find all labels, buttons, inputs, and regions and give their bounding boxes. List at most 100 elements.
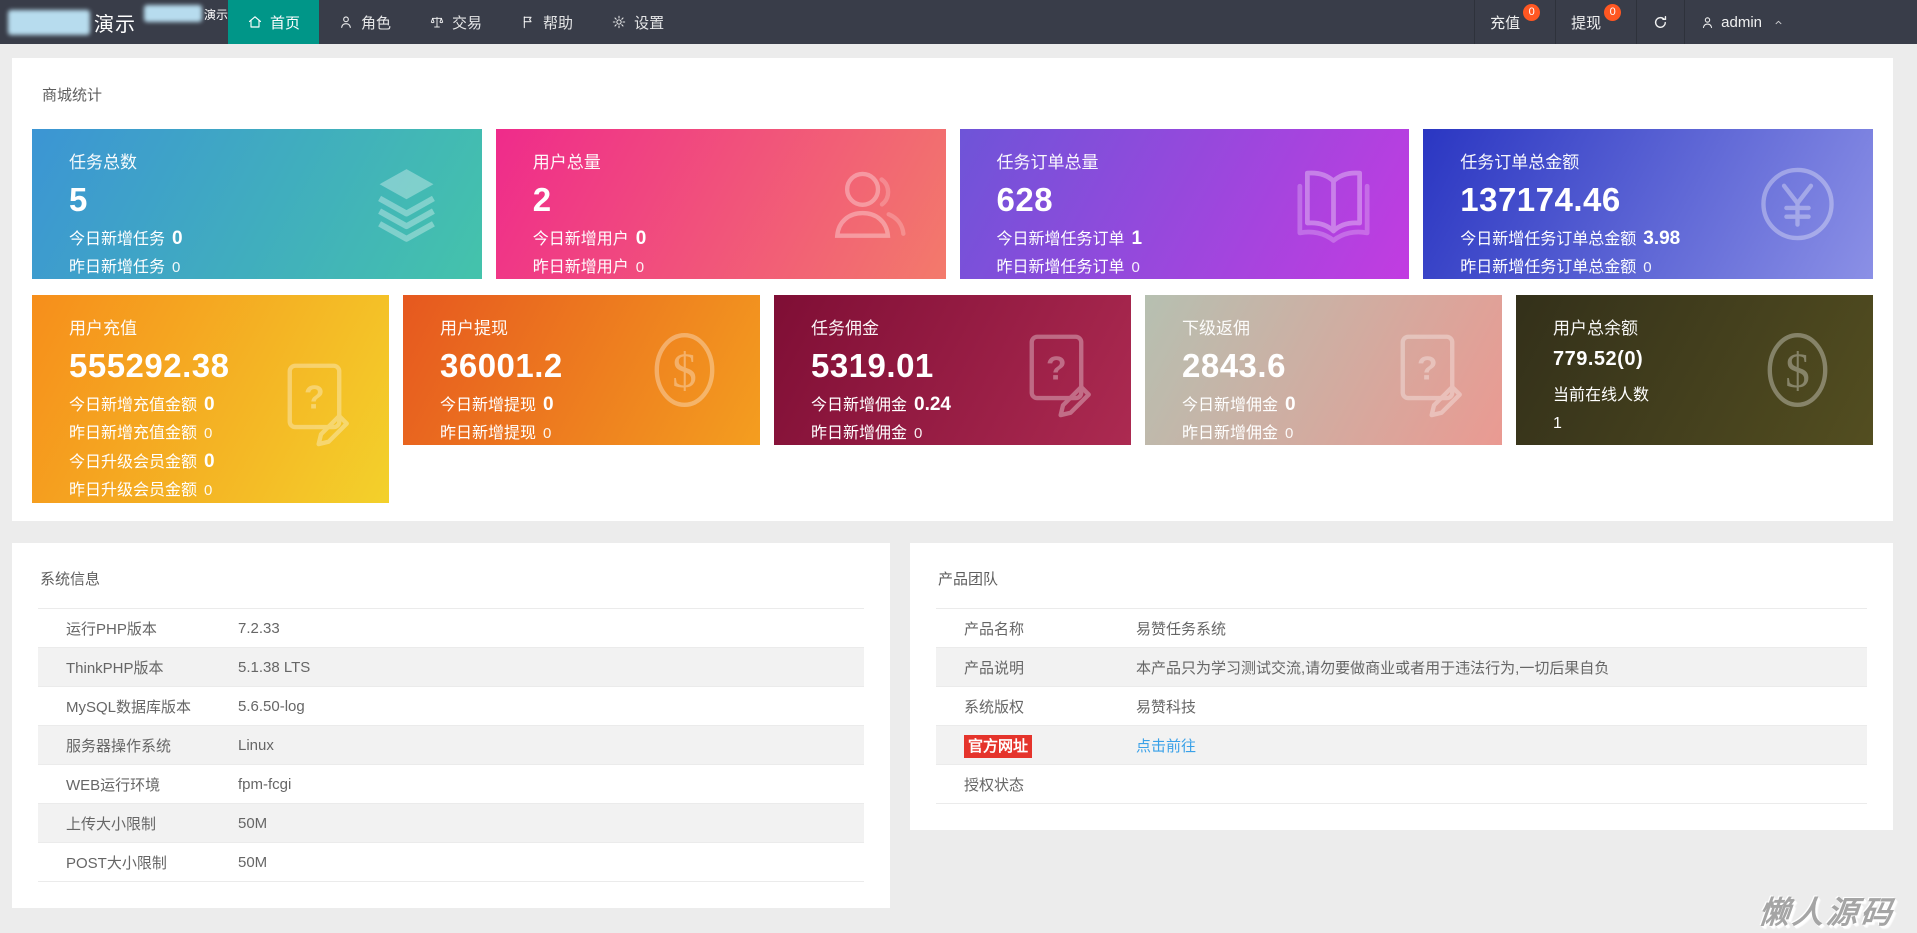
stat-card-subline: 今日升级会员金额 0 [69, 448, 369, 477]
row-value: 50M [238, 854, 864, 871]
subline-value: 0 [543, 394, 554, 415]
stat-card-subline: 昨日新增用户0 [533, 254, 926, 279]
user-menu[interactable]: admin [1684, 0, 1795, 44]
subline-value: 1 [1132, 228, 1143, 249]
row-value: 5.6.50-log [238, 698, 864, 715]
stat-card-title: 任务总数 [69, 148, 462, 173]
nav-item[interactable]: 交易 [410, 0, 501, 44]
brand-text: 演示 [94, 8, 136, 37]
table-row: 运行PHP版本 7.2.33 [38, 609, 864, 648]
subline-value: 0 [204, 451, 215, 472]
subline-label: 今日新增任务 [69, 231, 165, 248]
subline-label: 今日新增佣金 [1182, 397, 1278, 414]
product-team-table: 产品名称 易赞任务系统 产品说明 本产品只为学习测试交流,请勿要做商业或者用于违… [936, 608, 1867, 804]
subline-value: 0 [1132, 259, 1140, 276]
stats-row-2: 用户充值 555292.38 今日新增充值金额0 昨日新增充值金额0 [32, 295, 1873, 503]
subline-label: 今日新增提现 [440, 397, 536, 414]
stat-card-title: 任务订单总量 [997, 148, 1390, 173]
recharge-button[interactable]: 充值 0 [1474, 0, 1555, 44]
recharge-label: 充值 [1490, 12, 1520, 33]
chevron-up-icon [1767, 16, 1780, 29]
row-label: 服务器操作系统 [38, 735, 238, 756]
subline-label: 昨日新增任务 [69, 259, 165, 276]
stat-card-title: 用户充值 [69, 314, 369, 339]
nav-item[interactable]: 角色 [319, 0, 410, 44]
refresh-button[interactable] [1636, 0, 1684, 44]
subline-value: 0.24 [914, 394, 951, 415]
row-label: ThinkPHP版本 [38, 657, 238, 678]
watermark: 懒人源码 [1757, 887, 1898, 932]
stat-card-subline: 昨日新增充值金额0 [69, 420, 369, 448]
product-team-title: 产品团队 [938, 568, 1867, 589]
bottom-section: 系统信息 运行PHP版本 7.2.33 ThinkPHP版本 5.1.38 LT… [12, 543, 1893, 908]
nav-menu: 首页 角色 交易 帮助 设置 [228, 0, 683, 44]
row-label: 产品名称 [936, 618, 1136, 639]
row-value: fpm-fcgi [238, 776, 864, 793]
stat-card-lines: 今日新增任务 0 昨日新增任务 0 [69, 225, 462, 279]
stat-card-title: 任务订单总金额 [1460, 148, 1853, 173]
stat-card-title: 用户总量 [533, 148, 926, 173]
username: admin [1721, 14, 1762, 31]
table-row: 产品说明 本产品只为学习测试交流,请勿要做商业或者用于违法行为,一切后果自负 [936, 648, 1867, 687]
stat-card-subline: 今日新增佣金0.24 [811, 391, 1111, 420]
stat-card-subline: 昨日新增任务订单总金额0 [1460, 254, 1853, 279]
subline-value: 0 [543, 425, 551, 442]
stat-card-lines: 今日新增佣金0 昨日新增佣金0 [1182, 391, 1482, 445]
stat-card-subline: 昨日新增佣金 0 [811, 420, 1111, 445]
stat-card-value: 5319.01 [811, 348, 1111, 384]
stat-card-subline: 昨日升级会员金额0 [69, 477, 369, 503]
stat-card-lines: 今日新增任务订单总金额3.98 昨日新增任务订单总金额0 [1460, 225, 1853, 279]
stat-card-value: 137174.46 [1460, 182, 1853, 218]
subline-value: 0 [636, 228, 647, 249]
subline-value: 0 [914, 425, 922, 442]
table-row: 产品名称 易赞任务系统 [936, 609, 1867, 648]
nav-item[interactable]: 帮助 [501, 0, 592, 44]
flag-icon [520, 14, 536, 30]
subline-value: 0 [172, 228, 183, 249]
subline-value: 0 [204, 394, 215, 415]
stat-card-value: 36001.2 [440, 348, 740, 384]
row-label: 产品说明 [936, 657, 1136, 678]
row-value[interactable]: 点击前往 [1136, 735, 1867, 756]
stat-card: 任务总数 5 今日新增任务0 昨日新增任务0 [32, 129, 482, 279]
stat-card-subline: 今日新增提现 0 [440, 391, 740, 420]
user-icon [1700, 15, 1715, 30]
stat-card-value: 555292.38 [69, 348, 369, 384]
subline-label: 今日新增任务订单总金额 [1460, 231, 1636, 248]
stats-panel: 商城统计 任务总数 5 今日新增任务0 昨日新增任务0 [12, 58, 1893, 521]
stat-card-subline: 今日新增任务订单1 [997, 225, 1390, 254]
logo-redacted-1 [8, 10, 90, 35]
withdraw-button[interactable]: 提现 0 [1555, 0, 1636, 44]
refresh-icon [1652, 14, 1669, 31]
subline-label: 昨日升级会员金额 [69, 482, 197, 499]
stat-card: 用户提现 36001.2 今日新增提现0 昨日新增提现0 [403, 295, 760, 445]
stat-card-lines: 今日新增佣金0.24 昨日新增佣金 0 [811, 391, 1111, 445]
subline-value: 0 [172, 259, 180, 276]
stat-card: 任务订单总量 628 今日新增任务订单1 昨日新增任务订单0 [960, 129, 1410, 279]
stat-card-subline: 今日新增任务订单总金额3.98 [1460, 225, 1853, 254]
scales-icon [429, 14, 445, 30]
recharge-badge: 0 [1523, 4, 1540, 21]
nav-item[interactable]: 设置 [592, 0, 683, 44]
stat-card: 任务佣金 5319.01 今日新增佣金0.24 昨日新增佣金0 [774, 295, 1131, 445]
row-label: POST大小限制 [38, 852, 238, 873]
subline-label: 昨日新增提现 [440, 425, 536, 442]
stat-card: 用户总量 2 今日新增用户0 昨日新增用户0 [496, 129, 946, 279]
main-content: 商城统计 任务总数 5 今日新增任务0 昨日新增任务0 [0, 58, 1917, 908]
system-info-panel: 系统信息 运行PHP版本 7.2.33 ThinkPHP版本 5.1.38 LT… [12, 543, 890, 908]
subline-label: 当前在线人数 [1553, 387, 1649, 404]
row-value: 本产品只为学习测试交流,请勿要做商业或者用于违法行为,一切后果自负 [1136, 657, 1867, 678]
row-label: 运行PHP版本 [38, 618, 238, 639]
stat-card-subline: 当前在线人数 [1553, 382, 1853, 410]
row-label: 系统版权 [936, 696, 1136, 717]
stat-card-subline: 昨日新增任务 0 [69, 254, 462, 279]
table-row: 官方网址 点击前往 [936, 726, 1867, 765]
stat-card-lines: 今日新增任务订单1 昨日新增任务订单0 [997, 225, 1390, 279]
row-label: MySQL数据库版本 [38, 696, 238, 717]
nav-item[interactable]: 首页 [228, 0, 319, 44]
stat-card: 下级返佣 2843.6 今日新增佣金0 昨日新增佣金0 [1145, 295, 1502, 445]
subline-label: 1 [1553, 415, 1562, 432]
subline-label: 今日升级会员金额 [69, 454, 197, 471]
subline-label: 昨日新增佣金 [811, 425, 907, 442]
stat-card: 任务订单总金额 137174.46 今日新增任务订单总金额3.98 昨日新增任务… [1423, 129, 1873, 279]
